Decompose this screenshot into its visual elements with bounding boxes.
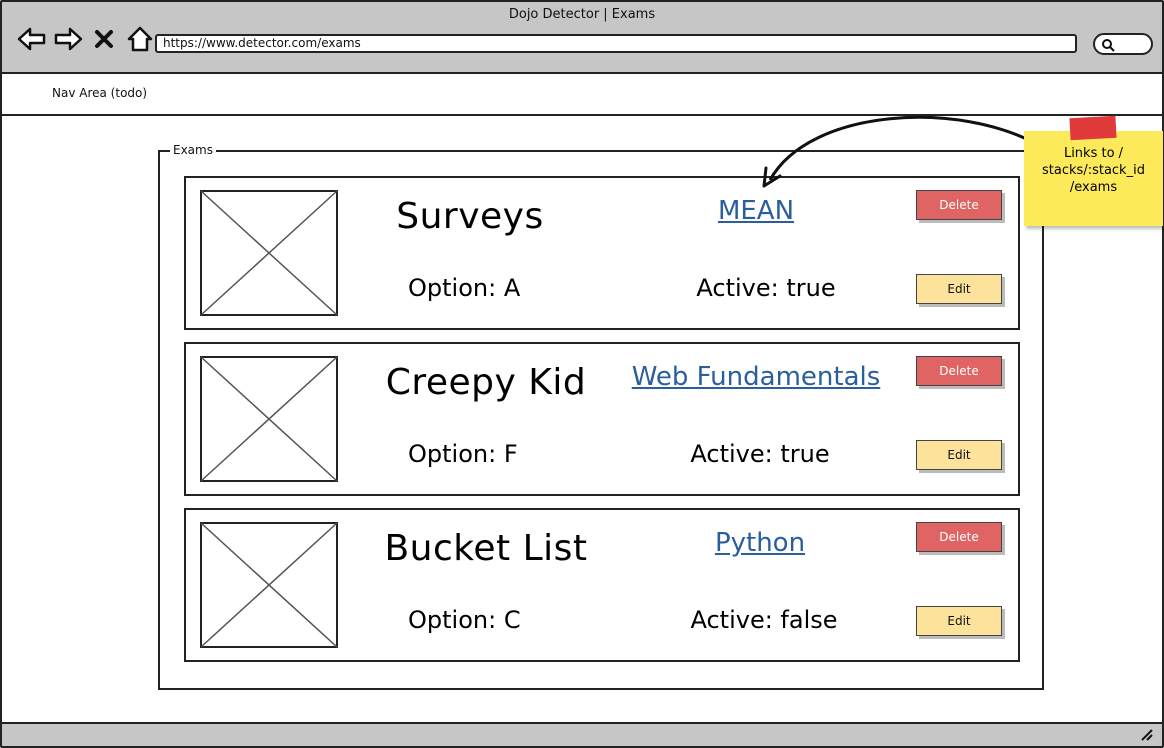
resize-grip-icon[interactable] xyxy=(1140,728,1154,742)
delete-button[interactable]: Delete xyxy=(916,356,1002,386)
exam-active-status: Active: true xyxy=(696,274,836,302)
exam-card: Surveys MEAN Option: A Active: true Dele… xyxy=(184,176,1020,330)
edit-button[interactable]: Edit xyxy=(916,274,1002,304)
sticky-note: Links to / stacks/:stack_id /exams xyxy=(1024,115,1163,226)
sticky-note-line: /exams xyxy=(1069,180,1118,195)
edit-button[interactable]: Edit xyxy=(916,440,1002,470)
exam-option: Option: C xyxy=(408,606,521,634)
exam-option: Option: A xyxy=(408,274,521,302)
stack-link[interactable]: Python xyxy=(610,528,910,558)
image-placeholder-icon xyxy=(200,522,338,648)
forward-arrow-icon[interactable] xyxy=(52,24,84,54)
browser-window: Dojo Detector | Exams https://www.detect… xyxy=(0,0,1164,748)
status-bar xyxy=(2,722,1162,746)
home-icon[interactable] xyxy=(124,24,156,54)
url-input[interactable]: https://www.detector.com/exams xyxy=(155,34,1077,53)
stack-link[interactable]: Web Fundamentals xyxy=(606,362,906,392)
window-title: Dojo Detector | Exams xyxy=(508,7,656,22)
stack-link[interactable]: MEAN xyxy=(606,196,906,226)
image-placeholder-icon xyxy=(200,190,338,316)
nav-icons xyxy=(16,24,156,54)
exam-active-status: Active: true xyxy=(690,440,830,468)
delete-button[interactable]: Delete xyxy=(916,190,1002,220)
browser-toolbar: Dojo Detector | Exams https://www.detect… xyxy=(2,2,1162,74)
exams-group: Exams Surveys MEAN Option: A Active: tru… xyxy=(158,143,1044,690)
search-button[interactable] xyxy=(1093,33,1153,55)
search-icon xyxy=(1102,39,1115,52)
exam-title: Bucket List xyxy=(384,528,588,569)
sticky-note-line: Links to / xyxy=(1063,146,1124,161)
sticky-note-line: stacks/:stack_id xyxy=(1042,163,1145,178)
close-icon[interactable] xyxy=(88,24,120,54)
exam-card: Creepy Kid Web Fundamentals Option: F Ac… xyxy=(184,342,1020,496)
exam-title: Surveys xyxy=(396,196,544,237)
exams-legend: Exams xyxy=(170,143,216,157)
exam-card: Bucket List Python Option: C Active: fal… xyxy=(184,508,1020,662)
exam-title: Creepy Kid xyxy=(385,362,587,403)
tape xyxy=(1069,115,1117,141)
delete-button[interactable]: Delete xyxy=(916,522,1002,552)
image-placeholder-icon xyxy=(200,356,338,482)
nav-area: Nav Area (todo) xyxy=(2,74,1162,116)
back-arrow-icon[interactable] xyxy=(16,24,48,54)
exam-option: Option: F xyxy=(408,440,518,468)
exam-active-status: Active: false xyxy=(690,606,838,634)
edit-button[interactable]: Edit xyxy=(916,606,1002,636)
nav-area-label: Nav Area (todo) xyxy=(52,86,148,100)
